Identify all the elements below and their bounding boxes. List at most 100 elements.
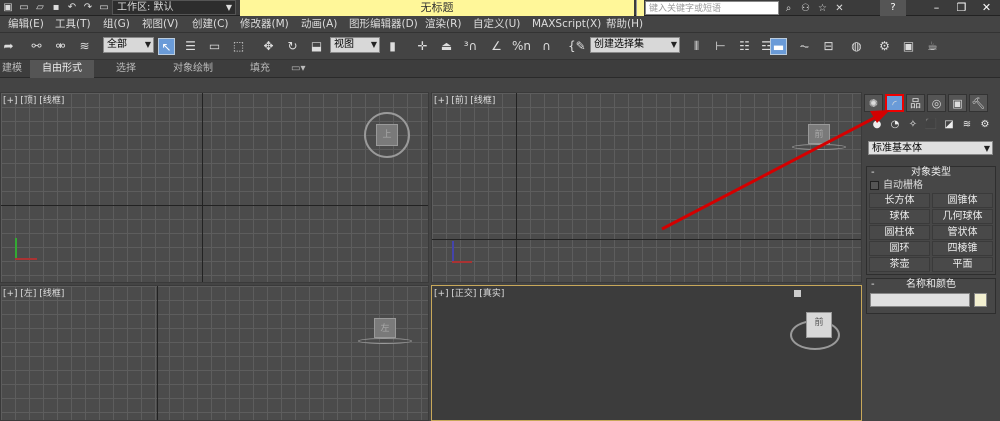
torus-button[interactable]: 圆环 [869, 241, 930, 256]
geometry-icon[interactable]: ● [870, 118, 884, 132]
redo-icon[interactable]: ↷ [82, 2, 94, 14]
render-setup-icon[interactable]: ⚙ [876, 38, 893, 55]
named-selection-dropdown[interactable]: 创建选择集 ▼ [590, 37, 680, 53]
menu-graph-editors[interactable]: 图形编辑器(D) [349, 16, 418, 33]
geosphere-button[interactable]: 几何球体 [932, 209, 993, 224]
ribbon-tab-freeform[interactable]: 自由形式 [30, 60, 94, 78]
hierarchy-tab-icon[interactable]: 品 [906, 94, 925, 112]
viewport-label-top[interactable]: [+] [顶] [线框] [3, 93, 64, 106]
ribbon-options-icon[interactable]: ▭▾ [291, 60, 305, 78]
minimize-icon[interactable]: – [924, 0, 949, 16]
angle-snap-icon[interactable]: ∠ [488, 38, 505, 55]
new-file-icon[interactable]: ▭ [18, 2, 30, 14]
save-icon[interactable]: ▪ [50, 2, 62, 14]
link-icon[interactable]: ⚯ [28, 38, 45, 55]
rotate-icon[interactable]: ↻ [284, 38, 301, 55]
toggle-ribbon-icon[interactable]: ▬ [770, 38, 787, 55]
menu-edit[interactable]: 编辑(E) [8, 16, 44, 33]
ribbon-tab-modeling[interactable]: 建模 [2, 60, 22, 78]
viewcube-top[interactable]: 上 [376, 124, 398, 146]
redo-arrow-icon[interactable]: ➦ [0, 38, 17, 55]
spinner-snap-icon[interactable]: ∩ [538, 38, 555, 55]
binoculars-icon[interactable]: ⌕ [782, 2, 795, 15]
close-icon[interactable]: ✕ [974, 0, 999, 16]
object-color-swatch[interactable] [974, 293, 987, 307]
pyramid-button[interactable]: 四棱锥 [932, 241, 993, 256]
viewport-perspective[interactable]: [+] [正交] [真实] 前 [431, 285, 862, 421]
rectangular-selection-icon[interactable]: ▭ [206, 38, 223, 55]
open-file-icon[interactable]: ▱ [34, 2, 46, 14]
autogrid-checkbox[interactable]: 自动栅格 [867, 179, 995, 192]
viewport-label-left[interactable]: [+] [左] [线框] [3, 286, 64, 299]
teapot-button[interactable]: 茶壶 [869, 257, 930, 272]
utilities-tab-hammer-icon[interactable]: 🔨︎ [969, 94, 988, 112]
display-tab-icon[interactable]: ▣ [948, 94, 967, 112]
viewport-left[interactable]: [+] [左] [线框] 左 [0, 285, 429, 421]
box-button[interactable]: 长方体 [869, 193, 930, 208]
unlink-icon[interactable]: ⚮ [52, 38, 69, 55]
object-category-dropdown[interactable]: 标准基本体 ▼ [868, 141, 993, 155]
menu-group[interactable]: 组(G) [103, 16, 130, 33]
cylinder-button[interactable]: 圆柱体 [869, 225, 930, 240]
layer-manager-icon[interactable]: ☷ [736, 38, 753, 55]
menu-maxscript[interactable]: MAXScript(X) [532, 16, 601, 33]
select-manipulate-icon[interactable]: ✛ [414, 38, 431, 55]
help-button[interactable]: ? [880, 0, 906, 16]
select-by-name-icon[interactable]: ☰ [182, 38, 199, 55]
menu-help[interactable]: 帮助(H) [606, 16, 643, 33]
rendered-frame-icon[interactable]: ▣ [900, 38, 917, 55]
menu-animation[interactable]: 动画(A) [301, 16, 337, 33]
viewcube-perspective[interactable]: 前 [806, 312, 832, 338]
plane-button[interactable]: 平面 [932, 257, 993, 272]
bind-space-warp-icon[interactable]: ≋ [76, 38, 93, 55]
viewport-label-perspective[interactable]: [+] [正交] [真实] [434, 286, 504, 299]
pivot-center-icon[interactable]: ▮ [384, 38, 401, 55]
systems-icon[interactable]: ⚙ [978, 118, 992, 132]
viewcube-front[interactable]: 前 [808, 124, 830, 144]
name-color-header[interactable]: - 名称和颜色 [867, 279, 995, 291]
scale-icon[interactable]: ⬓ [308, 38, 325, 55]
keyboard-shortcut-icon[interactable]: ⏏ [438, 38, 455, 55]
favorites-icon[interactable]: ☆ [816, 2, 829, 15]
reference-coordinate-dropdown[interactable]: 视图 ▼ [330, 37, 380, 53]
create-tab-sun-icon[interactable]: ✺ [864, 94, 883, 112]
shapes-icon[interactable]: ◔ [888, 118, 902, 132]
home-icon[interactable] [794, 290, 801, 297]
cameras-icon[interactable]: ⬛ [924, 118, 938, 132]
schematic-view-icon[interactable]: ⊟ [820, 38, 837, 55]
menu-create[interactable]: 创建(C) [192, 16, 229, 33]
checkbox-icon[interactable] [870, 181, 879, 190]
project-folder-icon[interactable]: ▭ [98, 2, 110, 14]
menu-tools[interactable]: 工具(T) [55, 16, 91, 33]
render-teapot-icon[interactable]: ☕ [924, 38, 941, 55]
select-object-icon[interactable]: ↖ [158, 38, 175, 55]
object-type-header[interactable]: - 对象类型 [867, 167, 995, 179]
space-warps-icon[interactable]: ≋ [960, 118, 974, 132]
object-name-input[interactable] [870, 293, 970, 307]
viewcube-left[interactable]: 左 [374, 318, 396, 338]
percent-snap-icon[interactable]: %n [512, 38, 531, 55]
app-icon[interactable]: ▣ [2, 2, 14, 14]
lights-icon[interactable]: ✧ [906, 118, 920, 132]
snaps-toggle-icon[interactable]: ³∩ [462, 38, 479, 55]
menu-modifiers[interactable]: 修改器(M) [240, 16, 289, 33]
sphere-button[interactable]: 球体 [869, 209, 930, 224]
mirror-icon[interactable]: ⫴ [688, 38, 705, 55]
helpers-icon[interactable]: ◪ [942, 118, 956, 132]
community-icon[interactable]: ⚇ [799, 2, 812, 15]
align-icon[interactable]: ⊢ [712, 38, 729, 55]
viewport-label-front[interactable]: [+] [前] [线框] [434, 93, 495, 106]
viewport-front[interactable]: [+] [前] [线框] 前 [431, 92, 862, 283]
restore-icon[interactable]: ❐ [949, 0, 974, 16]
move-icon[interactable]: ✥ [260, 38, 277, 55]
material-editor-icon[interactable]: ◍ [848, 38, 865, 55]
motion-tab-icon[interactable]: ◎ [927, 94, 946, 112]
search-input[interactable]: 键入关键字或短语 [645, 1, 779, 15]
menu-rendering[interactable]: 渲染(R) [425, 16, 462, 33]
tube-button[interactable]: 管状体 [932, 225, 993, 240]
menu-view[interactable]: 视图(V) [142, 16, 178, 33]
undo-icon[interactable]: ↶ [66, 2, 78, 14]
workspace-dropdown[interactable]: 工作区: 默认 ▼ [112, 0, 236, 15]
curve-editor-icon[interactable]: ⏦ [796, 38, 813, 55]
menu-customize[interactable]: 自定义(U) [473, 16, 520, 33]
